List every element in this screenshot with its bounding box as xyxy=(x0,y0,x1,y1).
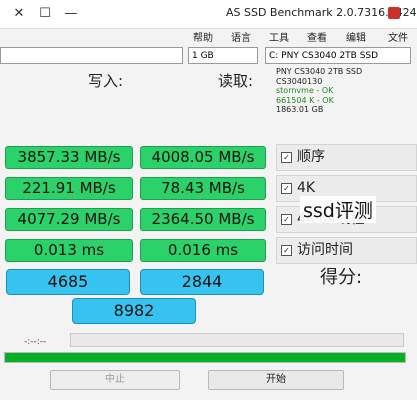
progress-bar xyxy=(4,352,406,363)
4k-64thrd-checkbox[interactable]: ✓ xyxy=(281,214,292,225)
start-button[interactable]: 开始 xyxy=(208,370,344,390)
write-score: 4685 xyxy=(6,269,130,295)
title-bar: ✕ ☐ — AS SSD Benchmark 2.0.7316.34247 xyxy=(0,0,417,29)
watermark-text: ssd评测 xyxy=(300,196,376,223)
seq-write-result: 3857.33 MB/s xyxy=(5,146,133,169)
menu-language[interactable]: 语言 xyxy=(231,29,251,44)
seq-read-result: 4008.05 MB/s xyxy=(140,146,266,169)
menu-bar: 文件 编辑 查看 工具 语言 帮助 xyxy=(0,28,417,44)
access-time-checkbox[interactable]: ✓ xyxy=(281,245,292,256)
elapsed-time: -:--:-- xyxy=(24,337,47,347)
drive-capacity: 1863.01 GB xyxy=(276,105,324,115)
access-time-label: 访问时间 xyxy=(297,242,353,258)
read-score: 2844 xyxy=(140,269,264,295)
driver-status: stornvme - OK xyxy=(276,86,334,96)
menu-edit[interactable]: 编辑 xyxy=(346,29,366,44)
minimize-icon[interactable]: — xyxy=(58,5,84,23)
read-column-header: 读取: xyxy=(218,72,254,90)
4k-label: 4K xyxy=(297,180,316,196)
test-size-select[interactable]: 1 GB xyxy=(188,47,258,64)
seq-checkbox[interactable]: ✓ xyxy=(281,152,292,163)
access-time-read-result: 0.016 ms xyxy=(140,239,266,262)
access-time-write-result: 0.013 ms xyxy=(5,239,133,262)
test-row-seq[interactable]: ✓ 顺序 xyxy=(276,144,417,171)
empty-field xyxy=(0,47,183,64)
alignment-status: 661504 K - OK xyxy=(276,95,334,105)
write-column-header: 写入: xyxy=(88,72,124,90)
drive-select-value: C: PNY CS3040 2TB SSD xyxy=(269,51,379,61)
menu-file[interactable]: 文件 xyxy=(388,29,408,44)
drive-model: PNY CS3040 2TB SSD xyxy=(276,67,363,76)
app-icon xyxy=(388,7,400,19)
total-score: 8982 xyxy=(72,298,196,324)
menu-view[interactable]: 查看 xyxy=(307,29,327,44)
4k-64thrd-read-result: 2364.50 MB/s xyxy=(140,208,266,231)
maximize-icon[interactable]: ☐ xyxy=(32,5,58,23)
4k-64thrd-write-result: 4077.29 MB/s xyxy=(5,208,133,231)
close-icon[interactable]: ✕ xyxy=(6,5,32,23)
test-row-access-time[interactable]: ✓ 访问时间 xyxy=(276,237,417,264)
abort-button[interactable]: 中止 xyxy=(50,370,180,390)
seq-label: 顺序 xyxy=(297,149,325,165)
drive-info-panel: PNY CS3040 2TB SSD CS3040130 stornvme - … xyxy=(276,67,417,141)
4k-write-result: 221.91 MB/s xyxy=(5,177,133,200)
4k-read-result: 78.43 MB/s xyxy=(140,177,266,200)
score-label: 得分: xyxy=(320,267,363,288)
menu-help[interactable]: 帮助 xyxy=(193,29,213,44)
status-field xyxy=(70,333,404,347)
drive-firmware: CS3040130 xyxy=(276,76,323,86)
progress-fill xyxy=(5,353,405,362)
test-size-value: 1 GB xyxy=(192,51,214,61)
as-ssd-benchmark-window: ✕ ☐ — AS SSD Benchmark 2.0.7316.34247 文件… xyxy=(0,0,417,400)
4k-checkbox[interactable]: ✓ xyxy=(281,183,292,194)
menu-tools[interactable]: 工具 xyxy=(269,29,289,44)
drive-select[interactable]: C: PNY CS3040 2TB SSD xyxy=(265,47,411,64)
